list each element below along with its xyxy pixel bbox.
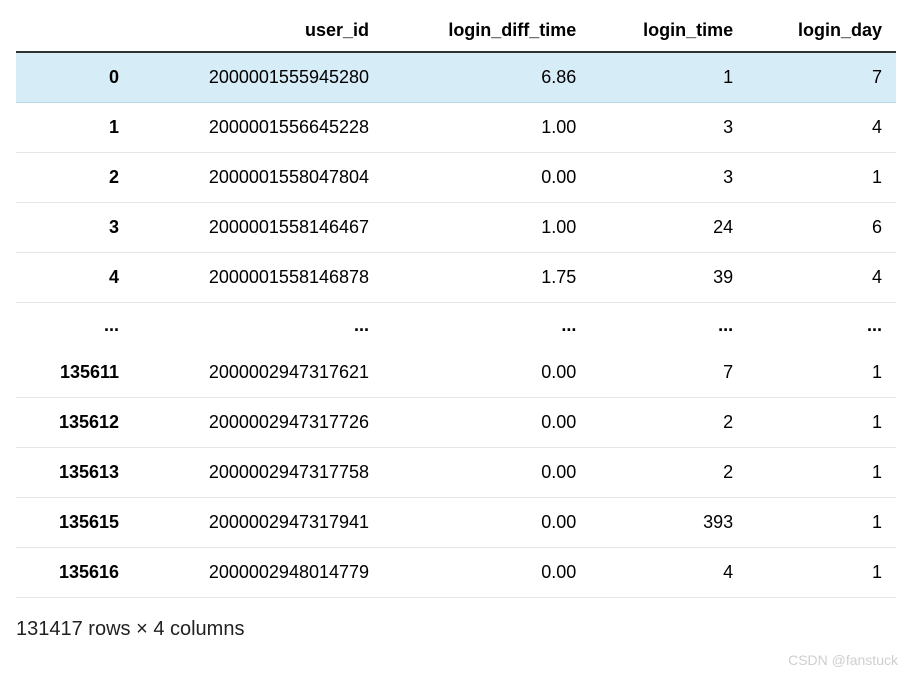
cell-login-time: 24 xyxy=(590,203,747,253)
cell-user-id: ... xyxy=(133,303,383,349)
table-body: 020000015559452806.861712000001556645228… xyxy=(16,52,896,598)
cell-login-time: 3 xyxy=(590,153,747,203)
cell-login-day: 1 xyxy=(747,448,896,498)
table-row: 120000015566452281.0034 xyxy=(16,103,896,153)
table-header: user_id login_diff_time login_time login… xyxy=(16,10,896,52)
cell-login-diff-time: 0.00 xyxy=(383,348,590,398)
cell-login-day: 1 xyxy=(747,498,896,548)
row-index: 3 xyxy=(16,203,133,253)
row-index: ... xyxy=(16,303,133,349)
cell-user-id: 2000002947317758 xyxy=(133,448,383,498)
cell-login-diff-time: 0.00 xyxy=(383,448,590,498)
cell-user-id: 2000002948014779 xyxy=(133,548,383,598)
table-row: 13561620000029480147790.0041 xyxy=(16,548,896,598)
cell-login-day: ... xyxy=(747,303,896,349)
row-index: 0 xyxy=(16,52,133,103)
cell-login-day: 1 xyxy=(747,153,896,203)
dataframe-summary: 131417 rows × 4 columns xyxy=(16,618,896,641)
cell-login-time: 7 xyxy=(590,348,747,398)
col-header-login-time: login_time xyxy=(590,10,747,52)
cell-user-id: 2000001555945280 xyxy=(133,52,383,103)
cell-user-id: 2000002947317726 xyxy=(133,398,383,448)
row-index: 135611 xyxy=(16,348,133,398)
cell-login-time: 3 xyxy=(590,103,747,153)
table-row: 420000015581468781.75394 xyxy=(16,253,896,303)
cell-login-diff-time: 0.00 xyxy=(383,548,590,598)
cell-user-id: 2000002947317621 xyxy=(133,348,383,398)
table-row: 320000015581464671.00246 xyxy=(16,203,896,253)
cell-login-diff-time: 1.75 xyxy=(383,253,590,303)
cell-login-time: 1 xyxy=(590,52,747,103)
cell-user-id: 2000001558146467 xyxy=(133,203,383,253)
cell-login-diff-time: 0.00 xyxy=(383,153,590,203)
row-index: 135615 xyxy=(16,498,133,548)
cell-login-diff-time: 1.00 xyxy=(383,103,590,153)
table-row: 13561220000029473177260.0021 xyxy=(16,398,896,448)
cell-login-diff-time: ... xyxy=(383,303,590,349)
col-header-login-day: login_day xyxy=(747,10,896,52)
cell-login-day: 4 xyxy=(747,253,896,303)
row-index: 135613 xyxy=(16,448,133,498)
cell-user-id: 2000001558047804 xyxy=(133,153,383,203)
row-index: 135616 xyxy=(16,548,133,598)
cell-login-time: 393 xyxy=(590,498,747,548)
cell-login-diff-time: 0.00 xyxy=(383,398,590,448)
cell-login-day: 6 xyxy=(747,203,896,253)
cell-login-time: ... xyxy=(590,303,747,349)
cell-login-day: 7 xyxy=(747,52,896,103)
index-header xyxy=(16,10,133,52)
table-row: 13561120000029473176210.0071 xyxy=(16,348,896,398)
cell-login-day: 1 xyxy=(747,548,896,598)
row-index: 4 xyxy=(16,253,133,303)
table-row: 13561320000029473177580.0021 xyxy=(16,448,896,498)
dataframe-table: user_id login_diff_time login_time login… xyxy=(16,10,896,598)
col-header-user-id: user_id xyxy=(133,10,383,52)
cell-login-day: 1 xyxy=(747,348,896,398)
table-row: 220000015580478040.0031 xyxy=(16,153,896,203)
cell-login-diff-time: 6.86 xyxy=(383,52,590,103)
table-row: 13561520000029473179410.003931 xyxy=(16,498,896,548)
row-index: 1 xyxy=(16,103,133,153)
cell-login-time: 4 xyxy=(590,548,747,598)
cell-login-day: 4 xyxy=(747,103,896,153)
row-index: 135612 xyxy=(16,398,133,448)
watermark: CSDN @fanstuck xyxy=(788,652,898,668)
cell-login-time: 2 xyxy=(590,448,747,498)
table-row: 020000015559452806.8617 xyxy=(16,52,896,103)
table-row: ............... xyxy=(16,303,896,349)
cell-login-time: 2 xyxy=(590,398,747,448)
cell-login-diff-time: 1.00 xyxy=(383,203,590,253)
cell-user-id: 2000001558146878 xyxy=(133,253,383,303)
col-header-login-diff-time: login_diff_time xyxy=(383,10,590,52)
cell-login-time: 39 xyxy=(590,253,747,303)
cell-login-diff-time: 0.00 xyxy=(383,498,590,548)
cell-login-day: 1 xyxy=(747,398,896,448)
row-index: 2 xyxy=(16,153,133,203)
cell-user-id: 2000001556645228 xyxy=(133,103,383,153)
cell-user-id: 2000002947317941 xyxy=(133,498,383,548)
